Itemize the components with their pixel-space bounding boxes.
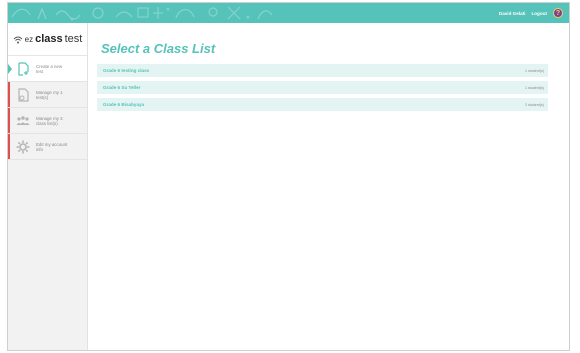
item-accent bbox=[8, 134, 10, 159]
item-accent bbox=[8, 108, 10, 133]
wifi-icon bbox=[13, 36, 22, 43]
sidebar-item-manage-tests[interactable]: Manage my 1 test(s) bbox=[8, 82, 87, 108]
top-bar: David Gelati Logout ? bbox=[8, 3, 569, 23]
class-list: Grade 6 testing class 1 student(s) Grade… bbox=[97, 64, 548, 115]
logout-link[interactable]: Logout bbox=[531, 11, 547, 16]
app-window: David Gelati Logout ? ez class test Crea… bbox=[7, 2, 570, 351]
sidebar-item-create-test[interactable]: Create a new test bbox=[8, 56, 87, 82]
student-count: 1 student(s) bbox=[525, 85, 544, 90]
sidebar-item-label: Create a new test bbox=[36, 63, 63, 74]
class-name: Grade 6 testing class bbox=[103, 68, 150, 73]
user-name[interactable]: David Gelati bbox=[499, 11, 526, 16]
sidebar-item-label: Edit my account info bbox=[36, 141, 68, 152]
student-count: 2 student(s) bbox=[525, 102, 544, 107]
manage-tests-icon bbox=[18, 87, 29, 102]
help-button[interactable]: ? bbox=[553, 8, 563, 18]
active-indicator bbox=[8, 64, 12, 74]
sidebar-item-class-lists[interactable]: Manage my 3 class list(s) bbox=[8, 108, 87, 134]
student-count: 1 student(s) bbox=[525, 68, 544, 73]
class-name: Grade 6 Bisabyaya bbox=[103, 102, 145, 107]
brand-bold: class bbox=[35, 33, 63, 45]
class-list-row[interactable]: Grade 6 Bisabyaya 2 student(s) bbox=[97, 98, 548, 111]
item-accent bbox=[8, 82, 10, 107]
sidebar-item-account[interactable]: Edit my account info bbox=[8, 134, 87, 160]
brand-prefix: ez bbox=[24, 34, 34, 44]
class-list-row[interactable]: Grade 6 Su Teller 1 student(s) bbox=[97, 81, 548, 94]
decorative-doodles-icon bbox=[11, 6, 273, 21]
class-list-row[interactable]: Grade 6 testing class 1 student(s) bbox=[97, 64, 548, 77]
user-area: David Gelati Logout ? bbox=[499, 3, 563, 23]
brand-logo[interactable]: ez class test bbox=[8, 23, 87, 56]
class-lists-icon bbox=[16, 115, 30, 125]
page-title: Select a Class List bbox=[101, 41, 216, 56]
main-content: Select a Class List Grade 6 testing clas… bbox=[89, 23, 569, 350]
sidebar-item-label: Manage my 1 test(s) bbox=[36, 89, 63, 100]
sidebar-item-label: Manage my 3 class list(s) bbox=[36, 115, 63, 126]
new-test-icon bbox=[18, 61, 29, 76]
brand-suffix: test bbox=[64, 33, 83, 45]
sidebar: ez class test Create a new test Manage my … bbox=[8, 23, 88, 350]
gear-icon bbox=[16, 140, 30, 153]
class-name: Grade 6 Su Teller bbox=[103, 85, 141, 90]
